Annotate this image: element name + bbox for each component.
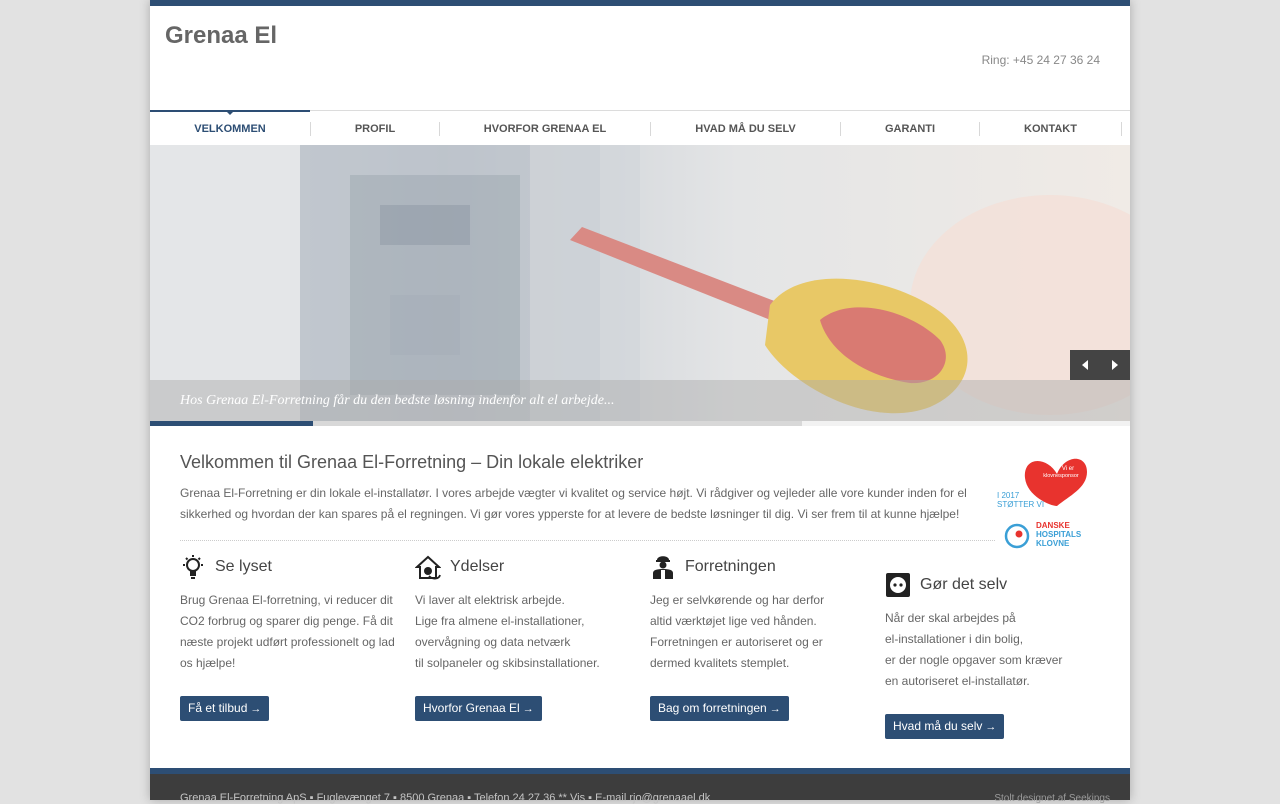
column-text: Når der skal arbejdes på el-installation… bbox=[885, 608, 1105, 692]
arrow-right-icon: → bbox=[985, 721, 997, 733]
column-text-line: Forretningen er autoriseret og er bbox=[650, 635, 823, 649]
column-text-line: dermed kvalitets stemplet. bbox=[650, 656, 790, 670]
column-text-line: overvågning og data netværk bbox=[415, 635, 571, 649]
site-logo[interactable]: Grenaa El bbox=[165, 22, 277, 50]
arrow-left-icon bbox=[1082, 360, 1088, 370]
slider-progress-fill bbox=[150, 421, 313, 426]
column-text-line: til solpaneler og skibsinstallationer. bbox=[415, 656, 600, 670]
slider-controls bbox=[1070, 350, 1130, 380]
column-header: Gør det selv bbox=[885, 572, 1105, 598]
badge-org-text: HOSPITALS bbox=[1036, 530, 1082, 539]
column-text-line: altid værktøjet lige ved hånden. bbox=[650, 614, 817, 628]
intro-text: Grenaa El-Forretning er din lokale el-in… bbox=[180, 483, 980, 525]
feature-column-se-lyset: Se lyset Brug Grenaa El-forretning, vi r… bbox=[180, 554, 400, 721]
button-label: Bag om forretningen bbox=[658, 701, 767, 715]
arrow-right-icon bbox=[1112, 360, 1118, 370]
intro-line: Grenaa El-Forretning er din lokale el-in… bbox=[180, 486, 967, 500]
column-title: Se lyset bbox=[215, 558, 272, 575]
nav-item-garanti[interactable]: GARANTI bbox=[841, 111, 979, 146]
slider-prev-button[interactable] bbox=[1070, 350, 1100, 380]
feature-column-goer-det-selv: Gør det selv Når der skal arbejdes på el… bbox=[885, 572, 1105, 739]
feature-column-forretningen: Forretningen Jeg er selvkørende og har d… bbox=[650, 554, 870, 721]
hero-slider[interactable]: Hos Grenaa El-Forretning får du den beds… bbox=[150, 145, 1130, 421]
content-divider bbox=[180, 540, 995, 541]
site-footer: Grenaa El-Forretning ApS ▪ Fuglevænget 7… bbox=[150, 768, 1130, 804]
nav-separator bbox=[1121, 121, 1122, 136]
column-text-line: el-installationer i din bolig, bbox=[885, 632, 1024, 646]
column-title: Ydelser bbox=[450, 558, 505, 575]
main-nav: VELKOMMEN PROFIL HVORFOR GRENAA EL HVAD … bbox=[150, 110, 1130, 146]
arrow-right-icon: → bbox=[250, 703, 262, 715]
nav-item-velkommen[interactable]: VELKOMMEN bbox=[150, 110, 310, 146]
column-text-line: Når der skal arbejdes på bbox=[885, 611, 1016, 625]
nav-item-kontakt[interactable]: KONTAKT bbox=[980, 111, 1121, 146]
slider-next-button[interactable] bbox=[1100, 350, 1130, 380]
slider-caption: Hos Grenaa El-Forretning får du den beds… bbox=[180, 393, 615, 408]
get-quote-button[interactable]: Få et tilbud → bbox=[180, 696, 270, 721]
column-text-line: Brug Grenaa El-forretning, vi reducer di… bbox=[180, 593, 393, 607]
column-text: Jeg er selvkørende og har derfor altid v… bbox=[650, 590, 870, 674]
nav-item-hvorfor[interactable]: HVORFOR GRENAA EL bbox=[440, 111, 650, 146]
badge-support-text: STØTTER VI bbox=[997, 500, 1044, 509]
column-header: Forretningen bbox=[650, 554, 870, 580]
badge-year-text: I 2017 bbox=[997, 491, 1020, 500]
column-text-line: Lige fra almene el-installationer, bbox=[415, 614, 585, 628]
badge-heart-text: klovnesponsor bbox=[1043, 473, 1079, 479]
clown-sponsor-badge[interactable]: Vi er klovnesponsor I 2017 STØTTER VI DA… bbox=[995, 448, 1101, 554]
button-label: Hvorfor Grenaa El bbox=[423, 701, 520, 715]
nav-item-hvad-maa-du-selv[interactable]: HVAD MÅ DU SELV bbox=[651, 111, 840, 146]
welcome-heading: Velkommen til Grenaa El-Forretning – Din… bbox=[180, 452, 644, 472]
column-text-line: en autoriseret el-installatør. bbox=[885, 674, 1030, 688]
about-business-button[interactable]: Bag om forretningen → bbox=[650, 696, 789, 721]
footer-credit-link[interactable]: Stolt designet af Seekings bbox=[994, 793, 1110, 804]
column-header: Ydelser bbox=[415, 554, 635, 580]
footer-contact-info: Grenaa El-Forretning ApS ▪ Fuglevænget 7… bbox=[180, 792, 711, 804]
feature-column-ydelser: Ydelser Vi laver alt elektrisk arbejde. … bbox=[415, 554, 635, 721]
lightbulb-icon bbox=[183, 555, 203, 579]
power-outlet-icon bbox=[886, 573, 910, 597]
clown-nose-icon bbox=[1015, 530, 1023, 538]
button-label: Hvad må du selv bbox=[893, 719, 983, 733]
electrician-icon bbox=[653, 556, 673, 579]
column-text: Brug Grenaa El-forretning, vi reducer di… bbox=[180, 590, 400, 674]
column-title: Gør det selv bbox=[920, 576, 1008, 593]
badge-heart-text: Vi er bbox=[1062, 466, 1074, 472]
intro-line: sikkerhed og hvordan der kan spares på e… bbox=[180, 507, 960, 521]
nav-item-profil[interactable]: PROFIL bbox=[311, 111, 439, 146]
column-text: Vi laver alt elektrisk arbejde. Lige fra… bbox=[415, 590, 635, 674]
column-header: Se lyset bbox=[180, 554, 400, 580]
slider-progress bbox=[150, 421, 1130, 426]
arrow-right-icon: → bbox=[522, 703, 534, 715]
what-can-you-do-button[interactable]: Hvad må du selv → bbox=[885, 714, 1005, 739]
why-grenaa-button[interactable]: Hvorfor Grenaa El → bbox=[415, 696, 542, 721]
badge-org-text: DANSKE bbox=[1036, 521, 1070, 530]
column-text-line: Jeg er selvkørende og har derfor bbox=[650, 593, 825, 607]
column-text-line: Vi laver alt elektrisk arbejde. bbox=[415, 593, 565, 607]
column-text-line: CO2 forbrug og sparer dig penge. Få dit bbox=[180, 614, 393, 628]
heart-icon bbox=[1024, 458, 1087, 506]
column-title: Forretningen bbox=[685, 558, 776, 575]
badge-org-text: KLOVNE bbox=[1036, 539, 1070, 548]
house-plug-icon bbox=[415, 555, 441, 580]
top-accent-bar bbox=[150, 0, 1130, 6]
slider-progress-buffer bbox=[313, 421, 802, 426]
phone-number: Ring: +45 24 27 36 24 bbox=[981, 53, 1100, 67]
page-container: Grenaa El Ring: +45 24 27 36 24 VELKOMME… bbox=[150, 0, 1130, 804]
button-label: Få et tilbud bbox=[188, 701, 248, 715]
column-text-line: os hjælpe! bbox=[180, 656, 236, 670]
arrow-right-icon: → bbox=[769, 703, 781, 715]
column-text-line: næste projekt udført professionelt og la… bbox=[180, 635, 395, 649]
column-text-line: er der nogle opgaver som kræver bbox=[885, 653, 1063, 667]
